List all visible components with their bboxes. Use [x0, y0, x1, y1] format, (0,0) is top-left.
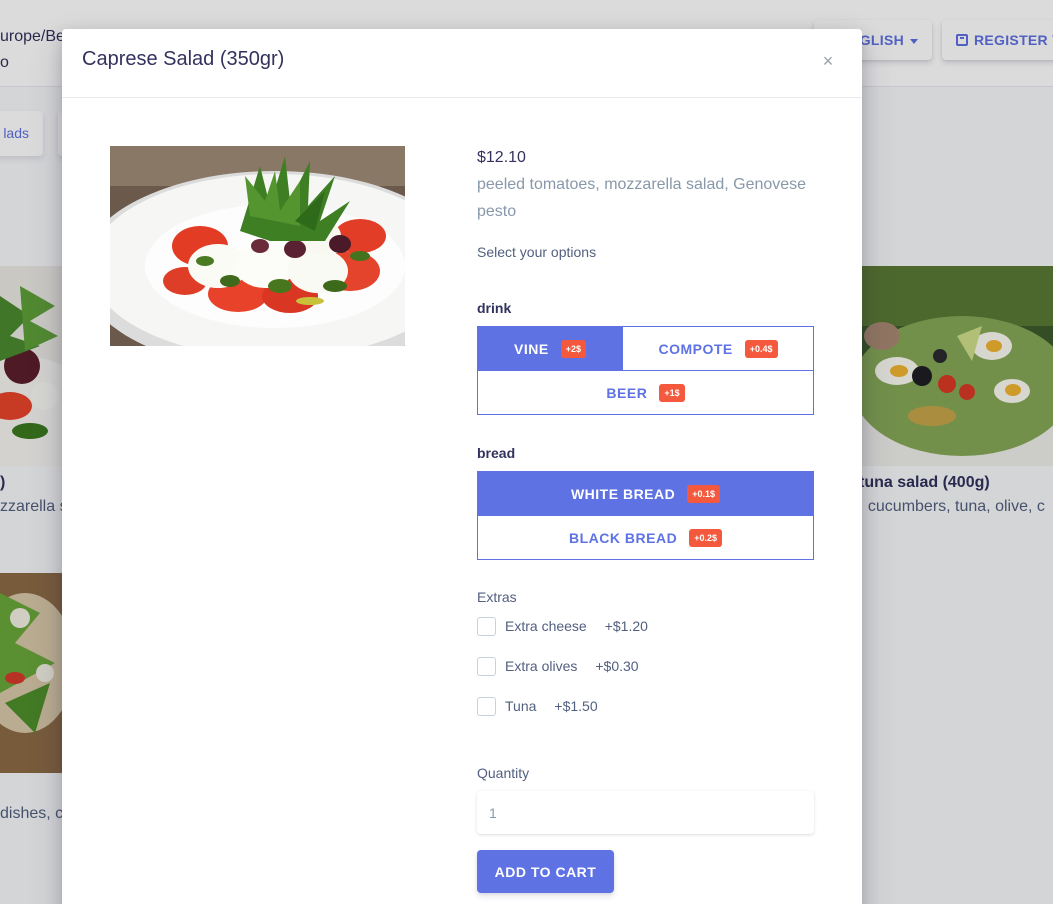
add-to-cart-button[interactable]: ADD TO CART [477, 850, 614, 893]
extras-label: Extras [477, 589, 517, 605]
option-group-bread-label: bread [477, 445, 516, 461]
price-badge: +0.2$ [689, 528, 722, 547]
checkbox[interactable] [477, 696, 496, 716]
option-label: WHITE BREAD [570, 485, 676, 502]
checkbox[interactable] [477, 656, 496, 676]
checkbox[interactable] [477, 616, 496, 636]
price-badge: +1$ [659, 383, 685, 402]
product-modal: Caprese Salad (350gr) × $12.10 peeled to… [62, 29, 862, 904]
extra-name: Extra olives [505, 658, 578, 674]
option-group-drink-label: drink [477, 300, 512, 316]
option-label: VINE [514, 340, 549, 357]
product-description: peeled tomatoes, mozzarella salad, Genov… [477, 176, 807, 220]
quantity-input[interactable] [477, 791, 814, 834]
extra-price: +$1.50 [554, 698, 598, 714]
extra-cheese-checkbox[interactable]: Extra cheese +$1.20 [477, 616, 648, 636]
close-icon[interactable]: × [818, 49, 838, 73]
extra-name: Tuna [505, 698, 537, 714]
modal-header: Caprese Salad (350gr) × [62, 29, 862, 98]
modal-title: Caprese Salad (350gr) [82, 48, 285, 70]
option-vine[interactable]: VINE +2$ [477, 326, 623, 371]
price-badge: +0.4$ [744, 339, 778, 358]
option-beer[interactable]: BEER +1$ [477, 370, 814, 415]
option-compote[interactable]: COMPOTE +0.4$ [622, 326, 814, 371]
extra-name: Extra cheese [505, 618, 587, 634]
option-label: BEER [606, 384, 648, 401]
option-label: COMPOTE [658, 340, 733, 357]
price-badge: +0.1$ [687, 484, 721, 503]
product-price: $12.10 [477, 149, 526, 166]
quantity-label: Quantity [477, 765, 530, 781]
extra-olives-checkbox[interactable]: Extra olives +$0.30 [477, 656, 639, 676]
option-black-bread[interactable]: BLACK BREAD +0.2$ [477, 515, 814, 560]
product-image [110, 146, 405, 346]
extra-tuna-checkbox[interactable]: Tuna +$1.50 [477, 696, 598, 716]
price-badge: +2$ [560, 339, 586, 358]
option-white-bread[interactable]: WHITE BREAD +0.1$ [477, 471, 814, 516]
option-label: BLACK BREAD [569, 529, 678, 546]
extra-price: +$0.30 [595, 658, 639, 674]
select-options-label: Select your options [477, 244, 597, 260]
extra-price: +$1.20 [604, 618, 648, 634]
